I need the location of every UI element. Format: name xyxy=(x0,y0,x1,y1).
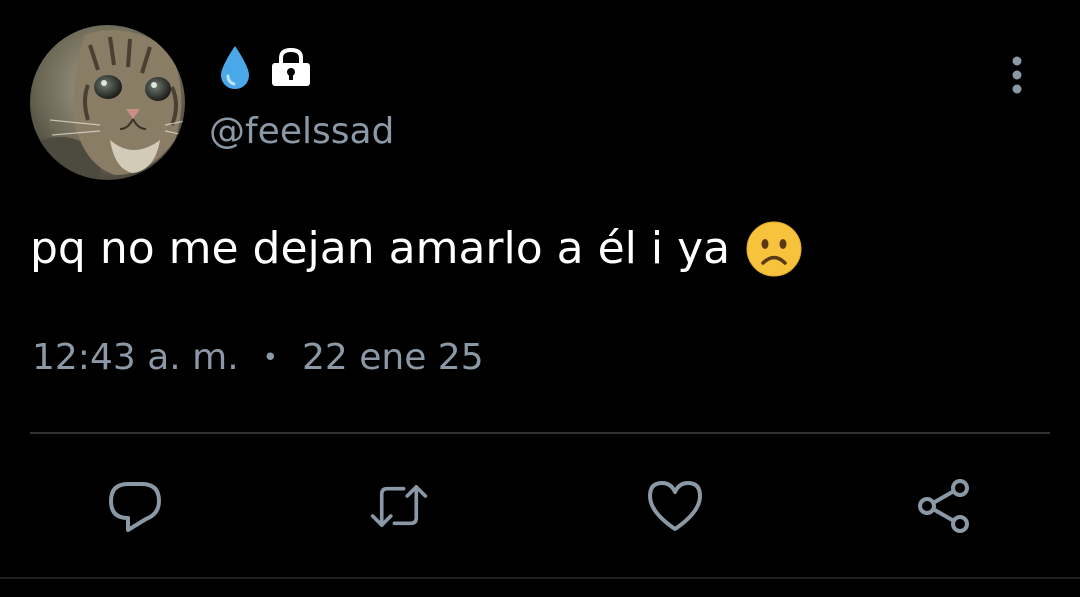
more-options-icon[interactable] xyxy=(1000,54,1034,96)
tweet-text: pq no me dejan amarlo a él i ya xyxy=(30,218,802,280)
like-button[interactable] xyxy=(645,476,705,536)
reply-button[interactable] xyxy=(105,476,165,536)
tweet-meta: 12:43 a. m. • 22 ene 25 xyxy=(32,332,484,384)
bottom-divider xyxy=(0,577,1080,579)
like-icon xyxy=(648,481,702,531)
lock-icon xyxy=(270,47,312,87)
avatar[interactable] xyxy=(30,25,185,180)
reply-icon xyxy=(109,482,161,532)
frowning-face-emoji xyxy=(746,221,802,277)
user-handle[interactable]: @feelssad xyxy=(209,108,394,156)
retweet-button[interactable] xyxy=(369,476,429,536)
share-icon xyxy=(918,479,969,533)
divider xyxy=(30,432,1050,434)
cat-avatar-image xyxy=(30,25,185,180)
droplet-icon xyxy=(218,44,252,90)
tweet-text-content: pq no me dejan amarlo a él i ya xyxy=(30,223,731,274)
retweet-icon xyxy=(370,485,428,527)
meta-separator: • xyxy=(262,343,278,373)
tweet: @feelssad pq no me dejan amarlo a él i y… xyxy=(0,0,1080,597)
share-button[interactable] xyxy=(914,476,974,536)
tweet-date[interactable]: 22 ene 25 xyxy=(302,332,484,384)
display-name[interactable] xyxy=(218,42,312,92)
tweet-time[interactable]: 12:43 a. m. xyxy=(32,332,239,384)
